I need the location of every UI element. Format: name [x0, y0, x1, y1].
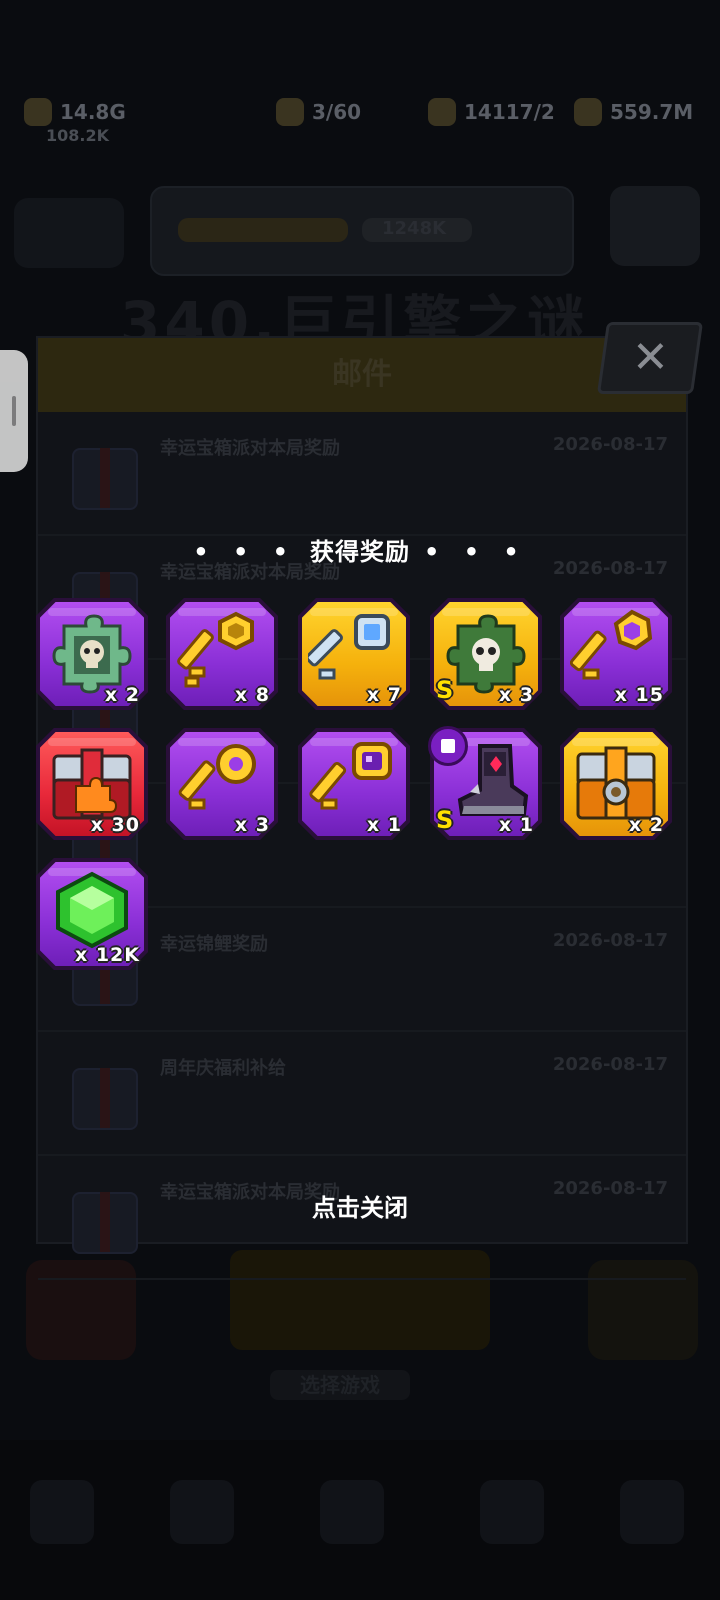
reward-item[interactable]: S x 3	[430, 598, 542, 710]
bg-stat-energy: 3/60	[276, 96, 361, 128]
bg-stat-resource: 14117/2	[428, 96, 555, 128]
mail-close-button[interactable]: ✕	[596, 322, 704, 394]
reward-item[interactable]: x 3	[166, 728, 278, 840]
tap-to-close-hint[interactable]: 点击关闭	[0, 1188, 720, 1223]
reward-item[interactable]: x 7	[298, 598, 410, 710]
mail-header: 邮件	[38, 338, 686, 412]
bg-stat-power: 14.8G 108.2K	[24, 96, 126, 145]
bg-menu-button	[14, 198, 124, 268]
equipment-badge-icon	[428, 726, 468, 766]
power-icon	[24, 98, 52, 126]
bg-progress-banner: 1248K	[150, 186, 574, 276]
reward-item[interactable]: x 1	[298, 728, 410, 840]
side-drawer-handle[interactable]	[0, 350, 28, 472]
reward-item[interactable]: x 30	[36, 728, 148, 840]
reward-item[interactable]: x 12K	[36, 858, 148, 970]
mail-title: 邮件	[332, 357, 392, 392]
energy-icon	[276, 98, 304, 126]
mail-list-item[interactable]: 周年庆福利补给 2026-08-17	[38, 1032, 686, 1156]
reward-item[interactable]: S x 1	[428, 726, 542, 840]
gift-icon	[72, 1068, 138, 1130]
reward-item[interactable]: x 2	[36, 598, 148, 710]
bg-stat-coins: 559.7M	[574, 96, 693, 128]
reward-item[interactable]: x 2	[560, 728, 672, 840]
bg-bottom-area: 选择游戏	[0, 1250, 720, 1600]
gift-icon	[72, 448, 138, 510]
reward-title: • • • 获得奖励 • • •	[193, 538, 527, 566]
resource-icon	[428, 98, 456, 126]
mail-list-item[interactable]: 幸运宝箱派对本局奖励 2026-08-17	[38, 412, 686, 536]
reward-item[interactable]: x 15	[560, 598, 672, 710]
bg-profile-button	[610, 186, 700, 266]
close-icon: ✕	[631, 332, 669, 383]
coin-icon	[574, 98, 602, 126]
reward-item[interactable]: x 8	[166, 598, 278, 710]
